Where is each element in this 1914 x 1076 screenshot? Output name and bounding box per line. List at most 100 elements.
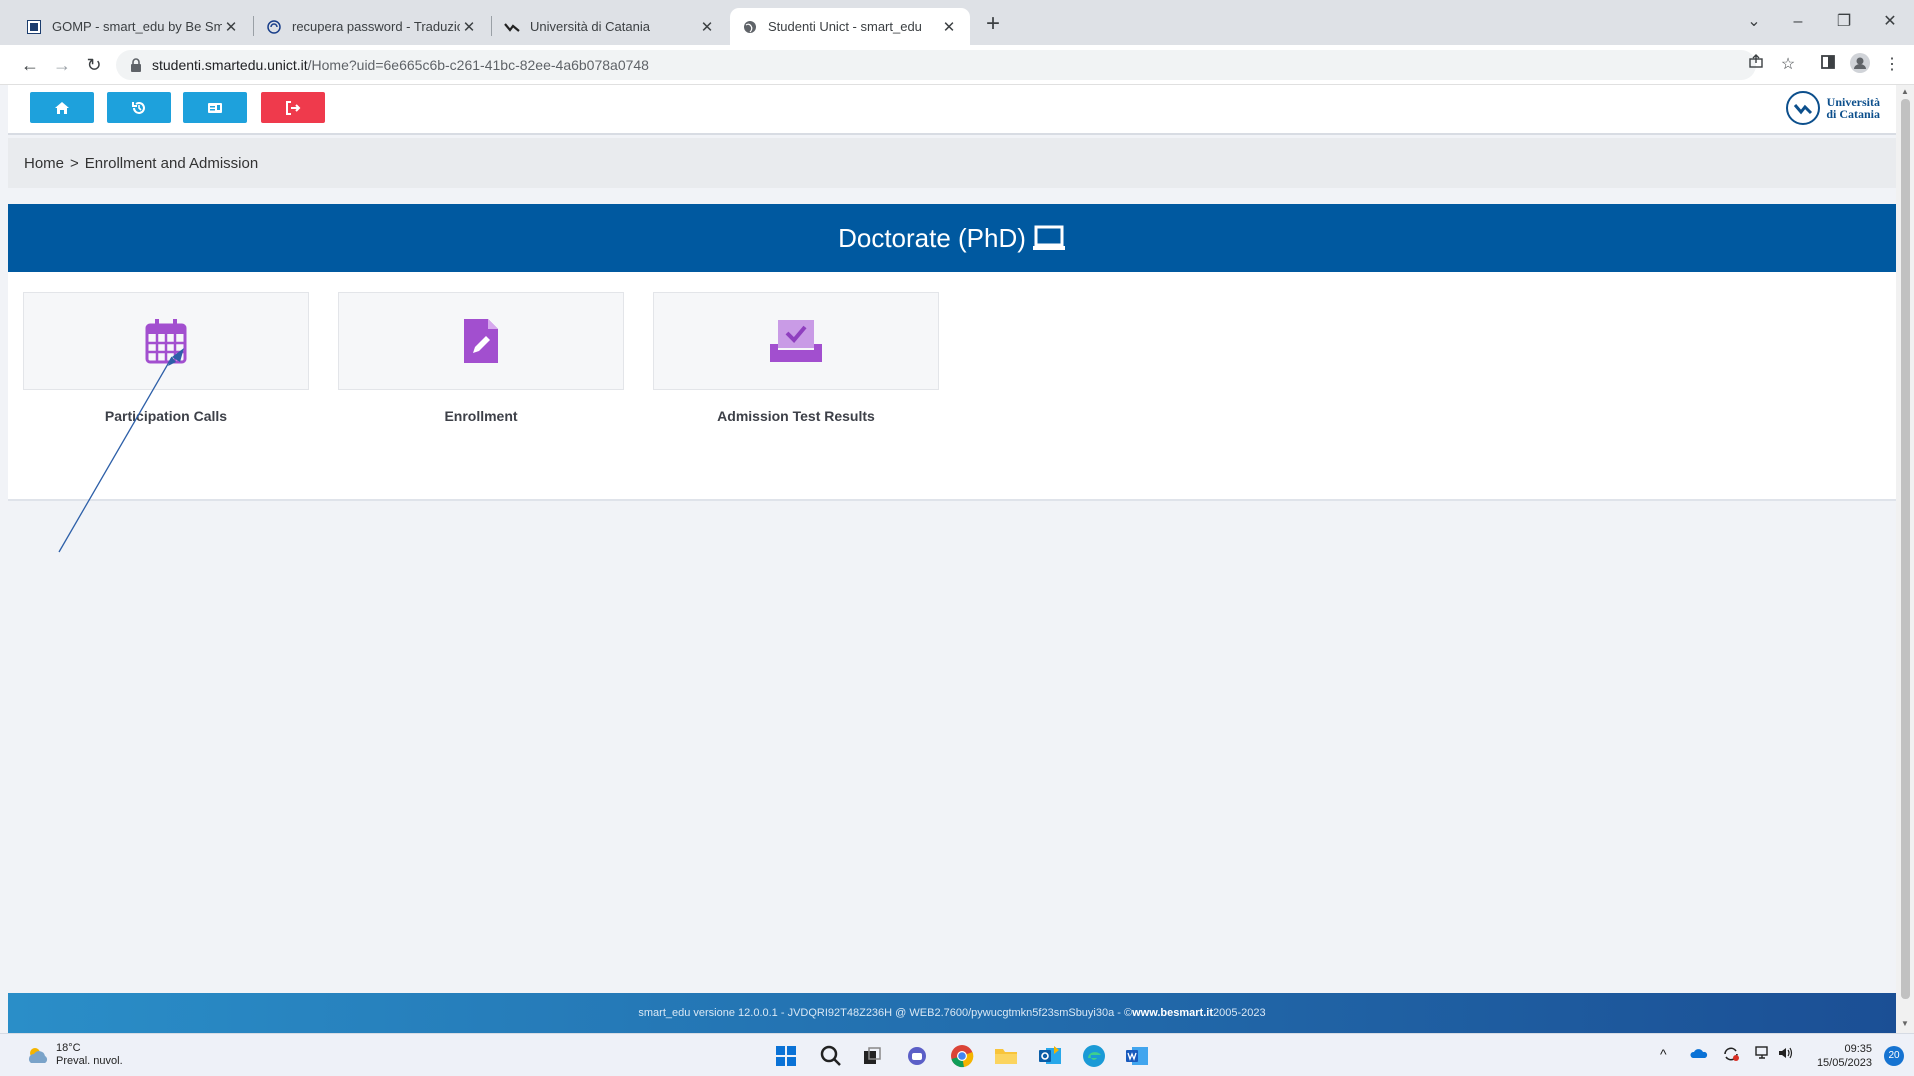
onedrive-icon[interactable] [1690,1046,1708,1062]
breadcrumb: Home > Enrollment and Admission [8,138,1896,188]
card-icon-box[interactable] [653,292,939,390]
windows-taskbar: 18°C Preval. nuvol. ^ 09:35 15/05/2023 2… [0,1033,1914,1076]
temperature: 18°C [56,1042,81,1054]
url-path: /Home?uid=6e665c6b-c261-41bc-82ee-4a6b07… [307,57,649,73]
tab-gomp[interactable]: GOMP - smart_edu by Be Smart ✕ [14,8,252,45]
share-icon[interactable] [1744,53,1768,77]
close-icon[interactable]: ✕ [460,18,478,36]
menu-icon[interactable]: ⋮ [1880,53,1904,77]
university-name: Università di Catania [1826,96,1880,120]
page-viewport: Università di Catania Home > Enrollment … [0,85,1914,1033]
clock-date: 15/05/2023 [1816,1057,1872,1069]
section-banner: Doctorate (PhD) [8,204,1896,272]
weather-widget[interactable]: 18°C Preval. nuvol. [26,1042,123,1068]
word-icon[interactable] [1123,1042,1151,1070]
breadcrumb-current: Enrollment and Admission [84,154,259,172]
close-icon[interactable]: ✕ [222,18,240,36]
home-button[interactable] [30,92,94,123]
history-icon [132,101,145,114]
id-card-icon [208,102,222,113]
system-clock[interactable]: 09:35 15/05/2023 [1817,1042,1872,1070]
scroll-down-icon[interactable]: ▼ [1896,1019,1914,1031]
globe-icon [742,19,758,35]
browser-toolbar: ← → ↻ studenti.smartedu.unict.it/Home?ui… [0,45,1914,85]
logout-icon [286,100,301,115]
reload-button[interactable]: ↻ [80,51,108,79]
unict-icon [504,19,520,35]
notification-badge[interactable]: 20 [1884,1046,1904,1066]
laptop-icon [1032,225,1065,250]
card-admission-test-results[interactable]: Admission Test Results [653,292,939,424]
scroll-up-icon[interactable]: ▲ [1896,87,1914,99]
clock-time: 09:35 [1844,1043,1872,1055]
logo-line-2: di Catania [1826,107,1880,121]
university-logo[interactable]: Università di Catania [1786,91,1880,125]
volume-icon[interactable] [1778,1046,1794,1063]
chrome-icon[interactable] [948,1042,976,1070]
card-label: Enrollment [444,408,518,424]
tab-title: Studenti Unict - smart_edu [768,19,922,34]
outlook-icon[interactable] [1036,1042,1064,1070]
cloudy-sun-icon [29,1048,48,1063]
sync-icon[interactable] [1722,1046,1740,1065]
unict-seal-icon [1786,91,1821,125]
windows-start-icon[interactable] [772,1042,800,1070]
file-explorer-icon[interactable] [992,1042,1020,1070]
reverso-icon [266,19,282,35]
calendar-icon [145,319,187,364]
card-label: Participation Calls [104,408,228,424]
close-icon[interactable]: ✕ [698,18,716,36]
breadcrumb-separator: > [70,154,79,172]
tab-title: recupera password - Traduzione [292,19,460,34]
breadcrumb-home[interactable]: Home [24,155,64,172]
star-icon[interactable]: ☆ [1776,53,1800,77]
forward-button[interactable]: → [48,51,76,79]
footer-version: smart_edu versione 12.0.0.1 - JVDQRI92T4… [638,1007,1133,1019]
task-view-icon[interactable] [858,1042,886,1070]
footer: smart_edu versione 12.0.0.1 - JVDQRI92T4… [8,993,1896,1033]
home-icon [55,101,69,114]
search-icon[interactable] [817,1042,845,1070]
page-scrollbar[interactable]: ▲ ▼ [1896,85,1914,1033]
gomp-icon [26,19,42,35]
sidebar-icon[interactable] [1816,53,1840,77]
address-bar[interactable]: studenti.smartedu.unict.it/Home?uid=6e66… [116,50,1756,80]
card-icon-box[interactable] [23,292,309,390]
section-title: Doctorate (PhD) [838,222,1026,253]
tab-recupera-password[interactable]: recupera password - Traduzione ✕ [254,8,490,45]
card-enrollment[interactable]: Enrollment [338,292,624,424]
card-label: Admission Test Results [717,408,875,424]
logout-button[interactable] [261,92,325,123]
minimize-button[interactable]: – [1780,6,1816,38]
tab-search-button[interactable]: ⌄ [1736,6,1772,38]
browser-tab-strip: GOMP - smart_edu by Be Smart ✕ recupera … [0,0,1914,45]
tab-unict[interactable]: Università di Catania ✕ [492,8,728,45]
scrollbar-thumb[interactable] [1901,99,1910,999]
chevron-up-icon[interactable]: ^ [1660,1046,1667,1062]
tab-title: GOMP - smart_edu by Be Smart [52,19,222,34]
phd-section: Doctorate (PhD) Participation Calls Enro… [8,204,1896,501]
close-window-button[interactable]: ✕ [1872,6,1908,38]
teams-chat-icon[interactable] [903,1042,931,1070]
lock-icon [131,58,141,72]
edge-icon[interactable] [1080,1042,1108,1070]
document-edit-icon [464,319,498,363]
close-icon[interactable]: ✕ [940,18,958,36]
footer-link[interactable]: www.besmart.it [1132,1007,1213,1019]
weather-text: Preval. nuvol. [56,1055,123,1067]
back-button[interactable]: ← [16,51,44,79]
id-card-button[interactable] [183,92,247,123]
footer-years: 2005-2023 [1213,1007,1266,1019]
card-icon-box[interactable] [338,292,624,390]
ballot-check-icon [770,320,822,362]
card-participation-calls[interactable]: Participation Calls [23,292,309,424]
tab-title: Università di Catania [530,19,650,34]
tab-studenti-unict[interactable]: Studenti Unict - smart_edu ✕ [730,8,970,45]
new-tab-button[interactable]: + [978,9,1008,39]
network-icon[interactable] [1755,1046,1771,1063]
profile-icon[interactable] [1848,53,1872,77]
restore-button[interactable]: ❐ [1826,6,1862,38]
url-host: studenti.smartedu.unict.it [152,57,308,73]
history-button[interactable] [107,92,171,123]
app-header: Università di Catania [8,85,1896,135]
